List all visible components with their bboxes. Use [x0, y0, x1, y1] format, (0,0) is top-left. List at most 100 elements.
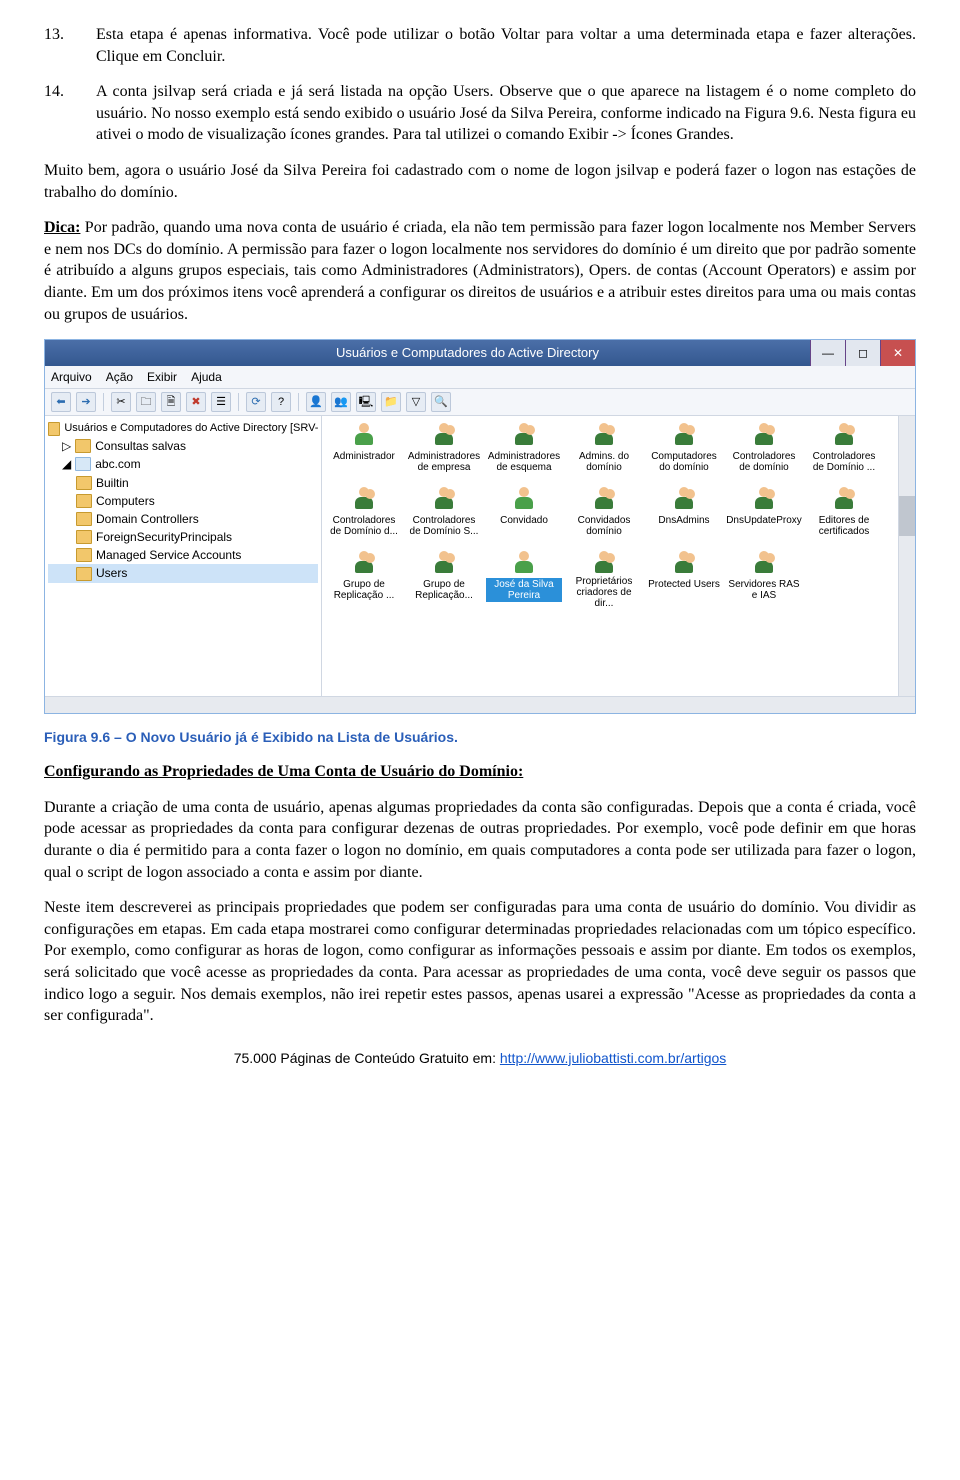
folder-icon — [76, 512, 92, 526]
domain-icon — [75, 457, 91, 471]
list-item[interactable]: Grupo de Replicação ... — [326, 550, 402, 610]
item-label: Servidores RAS e IAS — [726, 578, 802, 602]
tip-label: Dica: — [44, 219, 80, 236]
list-item[interactable]: Editores de certificados — [806, 486, 882, 546]
list-item[interactable]: Proprietários criadores de dir... — [566, 550, 642, 610]
list-item[interactable]: Administrador — [326, 422, 402, 482]
tree-node[interactable]: Managed Service Accounts — [48, 546, 318, 564]
list-item[interactable]: Convidado — [486, 486, 562, 546]
group-icon — [831, 486, 857, 512]
item-label: Admins. do domínio — [566, 450, 642, 474]
list-item[interactable]: Controladores de domínio — [726, 422, 802, 482]
list-item[interactable]: Controladores de Domínio d... — [326, 486, 402, 546]
forward-icon[interactable]: ➔ — [76, 392, 96, 412]
minimize-button[interactable]: — — [810, 340, 845, 366]
computer-icon[interactable]: 🖳 — [356, 392, 376, 412]
refresh-icon[interactable]: ⟳ — [246, 392, 266, 412]
tree-node[interactable]: ▷Consultas salvas — [48, 437, 318, 455]
find-icon[interactable]: 🔍 — [431, 392, 451, 412]
folder-icon — [76, 476, 92, 490]
group-icon — [671, 422, 697, 448]
group-icon[interactable]: 👥 — [331, 392, 351, 412]
user-icon — [511, 550, 537, 576]
item-label: Controladores de Domínio S... — [406, 514, 482, 538]
footer-link[interactable]: http://www.juliobattisti.com.br/artigos — [500, 1050, 726, 1066]
list-item[interactable]: Servidores RAS e IAS — [726, 550, 802, 610]
item-label: Editores de certificados — [806, 514, 882, 538]
scrollbar[interactable] — [898, 416, 915, 696]
folder-icon — [75, 439, 91, 453]
menu-item[interactable]: Ajuda — [191, 369, 222, 385]
filter-icon[interactable]: ▽ — [406, 392, 426, 412]
list-item[interactable]: DnsAdmins — [646, 486, 722, 546]
list-item[interactable]: Convidados domínio — [566, 486, 642, 546]
list-item[interactable]: José da Silva Pereira — [486, 550, 562, 610]
group-icon — [591, 486, 617, 512]
ad-window: Usuários e Computadores do Active Direct… — [44, 339, 916, 714]
group-icon — [591, 422, 617, 448]
item-text: Esta etapa é apenas informativa. Você po… — [96, 24, 916, 67]
list-item[interactable]: Computadores do domínio — [646, 422, 722, 482]
figure-caption: Figura 9.6 – O Novo Usuário já é Exibido… — [44, 728, 916, 747]
toolbar: ⬅ ➔ ✂ 🗀 🗎 ✖ ☰ ⟳ ? 👤 👥 🖳 📁 ▽ 🔍 — [45, 389, 915, 416]
list-item[interactable]: Administradores de empresa — [406, 422, 482, 482]
list-item[interactable]: Controladores de Domínio ... — [806, 422, 882, 482]
properties-icon[interactable]: 🗎 — [161, 392, 181, 412]
ou-icon[interactable]: 📁 — [381, 392, 401, 412]
help-icon[interactable]: ? — [271, 392, 291, 412]
paragraph: Durante a criação de uma conta de usuári… — [44, 797, 916, 883]
delete-icon[interactable]: ✖ — [186, 392, 206, 412]
list-item[interactable]: Grupo de Replicação... — [406, 550, 482, 610]
group-icon — [431, 422, 457, 448]
list-item[interactable]: Administradores de esquema — [486, 422, 562, 482]
maximize-button[interactable]: ◻ — [845, 340, 880, 366]
tree-root[interactable]: Usuários e Computadores do Active Direct… — [48, 420, 318, 437]
item-label: Computadores do domínio — [646, 450, 722, 474]
tree-node[interactable]: Domain Controllers — [48, 510, 318, 528]
item-label: Controladores de Domínio d... — [326, 514, 402, 538]
menu-item[interactable]: Exibir — [147, 369, 177, 385]
titlebar: Usuários e Computadores do Active Direct… — [45, 340, 915, 366]
item-label: Grupo de Replicação ... — [326, 578, 402, 602]
group-icon — [431, 550, 457, 576]
list-item[interactable]: Protected Users — [646, 550, 722, 610]
statusbar — [45, 696, 915, 713]
tree-node[interactable]: Computers — [48, 492, 318, 510]
user-icon — [351, 422, 377, 448]
cut-icon[interactable]: ✂ — [111, 392, 131, 412]
user-icon[interactable]: 👤 — [306, 392, 326, 412]
close-button[interactable]: ✕ — [880, 340, 915, 366]
item-label: Grupo de Replicação... — [406, 578, 482, 602]
item-label: DnsAdmins — [656, 514, 711, 527]
folder-icon — [76, 494, 92, 508]
group-icon — [431, 486, 457, 512]
tree-node[interactable]: ForeignSecurityPrincipals — [48, 528, 318, 546]
user-icon — [511, 486, 537, 512]
menu-item[interactable]: Arquivo — [51, 369, 92, 385]
group-icon — [511, 422, 537, 448]
folder-icon — [76, 548, 92, 562]
item-label: José da Silva Pereira — [486, 578, 562, 602]
window-title: Usuários e Computadores do Active Direct… — [125, 344, 810, 362]
content-panel: AdministradorAdministradores de empresaA… — [322, 416, 915, 696]
item-label: Protected Users — [646, 578, 722, 591]
page-footer: 75.000 Páginas de Conteúdo Gratuito em: … — [44, 1049, 916, 1068]
tree-node[interactable]: ◢abc.com — [48, 455, 318, 473]
item-label: DnsUpdateProxy — [724, 514, 804, 527]
tree-node[interactable]: Builtin — [48, 474, 318, 492]
group-icon — [751, 486, 777, 512]
menu-item[interactable]: Ação — [106, 369, 133, 385]
item-number: 14. — [44, 81, 68, 146]
folder-icon[interactable]: 🗀 — [136, 392, 156, 412]
list-icon[interactable]: ☰ — [211, 392, 231, 412]
menubar: Arquivo Ação Exibir Ajuda — [45, 366, 915, 389]
list-item[interactable]: DnsUpdateProxy — [726, 486, 802, 546]
list-item[interactable]: Admins. do domínio — [566, 422, 642, 482]
folder-icon — [48, 422, 60, 436]
list-item[interactable]: Controladores de Domínio S... — [406, 486, 482, 546]
folder-icon — [76, 530, 92, 544]
tree-node-users[interactable]: Users — [48, 564, 318, 582]
item-label: Administrador — [331, 450, 397, 463]
paragraph-tip: Dica: Por padrão, quando uma nova conta … — [44, 217, 916, 325]
back-icon[interactable]: ⬅ — [51, 392, 71, 412]
